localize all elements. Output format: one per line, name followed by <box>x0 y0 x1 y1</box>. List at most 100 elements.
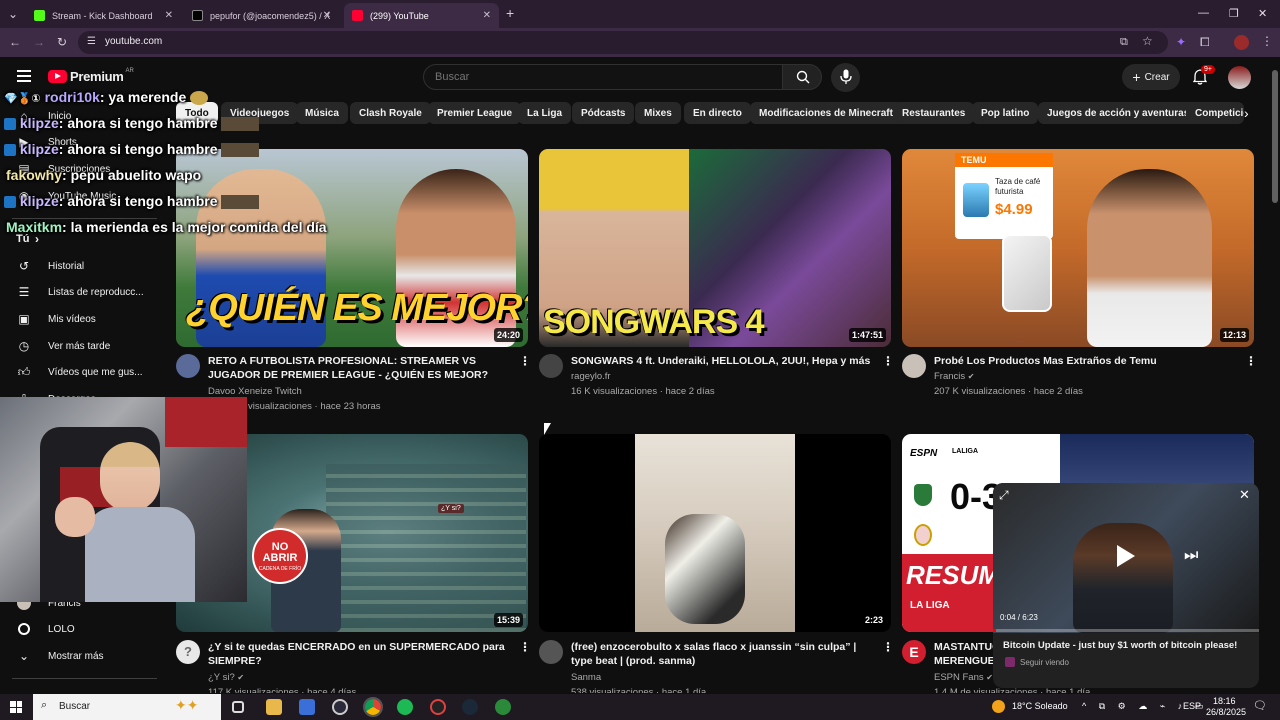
windows-start-icon[interactable] <box>10 701 22 713</box>
chip-minecraft-mods[interactable]: Modificaciones de Minecraft <box>750 102 902 124</box>
video-title[interactable]: (free) enzocerobulto x salas flaco x jua… <box>571 640 876 668</box>
site-info-icon[interactable]: ☰ <box>87 36 96 48</box>
progress-track[interactable] <box>993 629 1259 632</box>
chip-premier-league[interactable]: Premier League <box>428 102 522 124</box>
weather-text[interactable]: 18°C Soleado <box>1012 701 1068 711</box>
tab-x-profile[interactable]: pepufor (@joacomendez5) / X ✕ <box>184 3 339 28</box>
video-channel[interactable]: rageylo.fr <box>571 369 611 384</box>
miniplayer-title[interactable]: Bitcoin Update - just buy $1 worth of bi… <box>1003 640 1253 651</box>
search-input[interactable] <box>424 65 782 89</box>
chip-restaurantes[interactable]: Restaurantes <box>893 102 975 124</box>
video-channel[interactable]: Francis ✔ <box>934 369 975 384</box>
sidebar-item-mis-videos[interactable]: ▣ Mis vídeos <box>0 307 170 331</box>
sidebar-item-historial[interactable]: ↺ Historial <box>0 254 170 278</box>
sidebar-item-ver-mas-tarde[interactable]: ◷ Ver más tarde <box>0 334 170 358</box>
video-channel[interactable]: ESPN Fans ✔ <box>934 670 993 685</box>
chip-clash-royale[interactable]: Clash Royale <box>350 102 431 124</box>
app-icon[interactable] <box>299 699 315 715</box>
chip-podcasts[interactable]: Pódcasts <box>572 102 635 124</box>
clock-date[interactable]: 26/8/2025 <box>1206 707 1246 717</box>
minimize-icon[interactable]: — <box>1198 7 1209 19</box>
new-tab-icon[interactable]: + <box>506 6 514 20</box>
tab-kick-dashboard[interactable]: Stream - Kick Dashboard ✕ <box>26 3 181 28</box>
video-title[interactable]: MASTANTUONO... MERENGUE <box>934 640 996 670</box>
notifications-button[interactable]: 9+ <box>1192 65 1215 90</box>
steam-icon[interactable] <box>462 699 478 715</box>
play-icon[interactable] <box>1117 545 1135 567</box>
tab-close-icon[interactable]: ✕ <box>165 10 173 21</box>
sidebar-item-liked-videos[interactable]: 👍︎ Vídeos que me gus... <box>0 360 170 384</box>
close-window-icon[interactable]: ✕ <box>1258 7 1267 20</box>
chip-mixes[interactable]: Mixes <box>635 102 681 124</box>
obs-icon[interactable] <box>332 699 348 715</box>
video-thumbnail[interactable]: ¿QUIÉN ES MEJOR? 24:20 <box>176 149 528 347</box>
miniplayer[interactable]: ⤢ ✕ ⏭︎ 0:04 / 6:23 Bitcoin Update - just… <box>993 483 1259 688</box>
app-icon[interactable] <box>430 699 446 715</box>
channel-avatar[interactable] <box>902 354 926 378</box>
browser-menu-icon[interactable]: ⋮ <box>1261 35 1273 47</box>
more-options-icon[interactable]: ⋮ <box>882 354 894 368</box>
chip-pop-latino[interactable]: Pop latino <box>972 102 1039 124</box>
video-channel[interactable]: ¿Y si? ✔ <box>208 670 244 685</box>
task-view-icon[interactable] <box>232 701 244 713</box>
taskbar-search[interactable]: ⌕ Buscar ✦✦ <box>33 694 221 720</box>
create-button[interactable]: + Crear <box>1122 64 1180 90</box>
video-thumbnail[interactable]: TEMU Taza de café futurista $4.99 12:13 <box>902 149 1254 347</box>
profile-avatar[interactable] <box>1234 35 1249 50</box>
chip-musica[interactable]: Música <box>296 102 348 124</box>
tab-close-icon[interactable]: ✕ <box>323 10 331 21</box>
bookmark-star-icon[interactable]: ☆ <box>1142 35 1153 47</box>
sidebar-show-more[interactable]: ⌄ Mostrar más <box>0 644 170 668</box>
channel-avatar[interactable]: ? <box>176 640 200 664</box>
video-title[interactable]: Probé Los Productos Mas Extraños de Temu <box>934 354 1239 368</box>
address-bar[interactable]: ☰ youtube.com ⧉ ☆ <box>78 31 1168 54</box>
language-indicator[interactable]: ESP <box>1183 701 1201 711</box>
more-options-icon[interactable]: ⋮ <box>519 640 531 654</box>
reload-icon[interactable]: ↻ <box>57 36 67 48</box>
forward-icon[interactable]: → <box>33 36 45 48</box>
video-channel[interactable]: Sanma <box>571 670 601 685</box>
video-title[interactable]: SONGWARS 4 ft. Underaiki, HELLOLOLA, 2UU… <box>571 354 876 368</box>
video-title[interactable]: ¿Y si te quedas ENCERRADO en un SUPERMER… <box>208 640 508 668</box>
chip-en-directo[interactable]: En directo <box>684 102 751 124</box>
extensions-puzzle-icon[interactable]: ⧠ <box>1200 36 1210 48</box>
video-thumbnail[interactable]: 2:23 <box>539 434 891 632</box>
page-scrollbar[interactable] <box>1272 70 1278 203</box>
file-explorer-icon[interactable] <box>266 699 282 715</box>
channel-avatar[interactable] <box>539 640 563 664</box>
chrome-icon[interactable] <box>363 697 383 717</box>
youtube-logo[interactable]: Premium AR <box>48 68 134 84</box>
tab-search-icon[interactable]: ⌄ <box>8 8 18 20</box>
clock-time[interactable]: 18:16 <box>1213 696 1236 706</box>
channel-avatar[interactable] <box>176 354 200 378</box>
more-options-icon[interactable]: ⋮ <box>1245 354 1257 368</box>
miniplayer-video[interactable]: ⤢ ✕ ⏭︎ 0:04 / 6:23 <box>993 483 1259 633</box>
sidebar-sub-lolo[interactable]: LOLO <box>0 617 170 641</box>
notification-center-icon[interactable]: 🗨︎ <box>1253 699 1267 712</box>
close-miniplayer-icon[interactable]: ✕ <box>1239 487 1250 503</box>
tab-youtube[interactable]: (299) YouTube ✕ <box>344 3 499 28</box>
spotify-icon[interactable] <box>397 699 413 715</box>
chip-accion-aventuras[interactable]: Juegos de acción y aventuras <box>1038 102 1199 124</box>
channel-avatar[interactable] <box>539 354 563 378</box>
search-button[interactable] <box>782 64 822 90</box>
expand-icon[interactable]: ⤢ <box>999 488 1009 503</box>
extension-icon[interactable]: ✦ <box>1176 36 1186 48</box>
tab-close-icon[interactable]: ✕ <box>483 10 491 21</box>
chip-la-liga[interactable]: La Liga <box>518 102 572 124</box>
channel-avatar[interactable]: E <box>902 640 926 664</box>
hamburger-menu-icon[interactable] <box>17 70 31 82</box>
video-title[interactable]: RETO A FUTBOLISTA PROFESIONAL: STREAMER … <box>208 354 513 382</box>
voice-search-button[interactable] <box>831 63 860 92</box>
chips-next-icon[interactable]: › <box>1244 105 1249 121</box>
chip-competicion[interactable]: Competicio <box>1186 102 1244 124</box>
account-avatar[interactable] <box>1228 66 1251 89</box>
sidebar-item-playlists[interactable]: ☰ Listas de reproducc... <box>0 280 170 304</box>
install-icon[interactable]: ⧉ <box>1120 36 1128 48</box>
more-options-icon[interactable]: ⋮ <box>882 640 894 654</box>
back-icon[interactable]: ← <box>9 36 21 48</box>
app-icon[interactable] <box>495 699 511 715</box>
next-icon[interactable]: ⏭︎ <box>1184 547 1198 565</box>
more-options-icon[interactable]: ⋮ <box>519 354 531 368</box>
restore-icon[interactable]: ❐ <box>1229 7 1239 20</box>
